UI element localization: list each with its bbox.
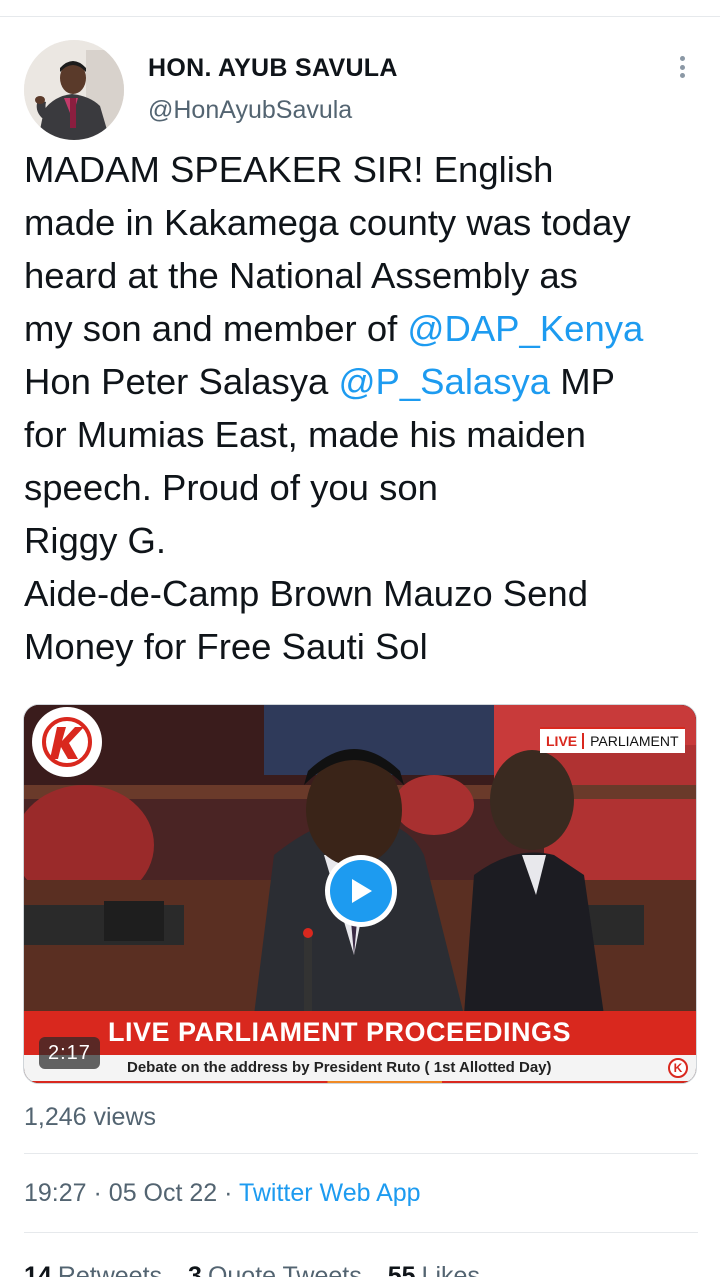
more-options-icon[interactable] bbox=[672, 52, 692, 82]
live-parliament-tag: LIVE PARLIAMENT bbox=[540, 727, 685, 753]
top-divider bbox=[0, 16, 720, 17]
tweet-line: MADAM SPEAKER SIR! English bbox=[24, 149, 554, 190]
play-button[interactable] bbox=[325, 855, 397, 927]
banner-accent-bar bbox=[24, 1081, 696, 1083]
tweet-line: Money for Free Sauti Sol bbox=[24, 626, 428, 667]
tweet-line: speech. Proud of you son bbox=[24, 467, 438, 508]
small-k-logo-icon: K bbox=[668, 1058, 688, 1078]
likes-label: Likes bbox=[421, 1262, 480, 1277]
dot bbox=[679, 64, 685, 70]
view-count: 1,246 views bbox=[24, 1103, 157, 1131]
quote-tweets-stat[interactable]: 3 Quote Tweets bbox=[188, 1262, 362, 1277]
tweet-text-segment: my son and member of bbox=[24, 308, 408, 349]
mention-dap-kenya[interactable]: @DAP_Kenya bbox=[407, 308, 643, 349]
video-duration-badge: 2:17 bbox=[39, 1037, 100, 1069]
news-lower-third: LIVE PARLIAMENT PROCEEDINGS Debate on th… bbox=[24, 1011, 696, 1083]
quotes-count: 3 bbox=[188, 1262, 202, 1277]
tweet-text-segment: MP bbox=[550, 361, 615, 402]
dot bbox=[679, 73, 685, 78]
tag-separator bbox=[582, 733, 585, 749]
k24-logo-icon bbox=[32, 707, 102, 777]
retweets-count: 14 bbox=[24, 1262, 52, 1277]
tweet-timestamp: 19:27 · 05 Oct 22 · Twitter Web App bbox=[24, 1179, 421, 1208]
tweet-line: Hon Peter Salasya @P_Salasya MP bbox=[24, 355, 714, 408]
tweet-line: for Mumias East, made his maiden bbox=[24, 414, 586, 455]
separator: · bbox=[93, 1179, 102, 1207]
retweets-label: Retweets bbox=[57, 1262, 163, 1277]
tweet-line: heard at the National Assembly as bbox=[24, 255, 578, 296]
divider bbox=[24, 1232, 698, 1233]
video-player[interactable]: LIVE PARLIAMENT LIVE PARLIAMENT PROCEEDI… bbox=[23, 704, 697, 1084]
tweet-line: Aide-de-Camp Brown Mauzo Send bbox=[24, 573, 589, 614]
k-logo-glyph bbox=[42, 717, 92, 767]
retweets-stat[interactable]: 14 Retweets bbox=[24, 1262, 162, 1277]
banner-subtitle: Debate on the address by President Ruto … bbox=[127, 1059, 552, 1076]
tweet-line: my son and member of @DAP_Kenya bbox=[24, 302, 714, 355]
tweet-text: MADAM SPEAKER SIR! English made in Kakam… bbox=[24, 143, 714, 673]
tweet-date[interactable]: 05 Oct 22 bbox=[109, 1179, 217, 1207]
tweet-line: made in Kakamega county was today bbox=[24, 202, 631, 243]
avatar-photo bbox=[24, 40, 124, 140]
dot bbox=[679, 56, 685, 61]
author-handle[interactable]: @HonAyubSavula bbox=[148, 96, 352, 125]
banner-title: LIVE PARLIAMENT PROCEEDINGS bbox=[108, 1017, 572, 1047]
likes-count: 55 bbox=[387, 1262, 416, 1277]
live-label: LIVE bbox=[546, 733, 578, 749]
likes-stat[interactable]: 55 Likes bbox=[388, 1262, 480, 1277]
play-triangle bbox=[352, 879, 372, 903]
separator: · bbox=[224, 1179, 233, 1207]
mention-p-salasya[interactable]: @P_Salasya bbox=[338, 361, 550, 402]
divider bbox=[24, 1153, 698, 1154]
play-icon bbox=[330, 860, 392, 922]
tweet-line: Riggy G. bbox=[24, 520, 166, 561]
tweet-source-link[interactable]: Twitter Web App bbox=[239, 1179, 421, 1207]
channel-label: PARLIAMENT bbox=[590, 733, 679, 749]
tweet-time[interactable]: 19:27 bbox=[24, 1179, 87, 1207]
tweet-text-segment: Hon Peter Salasya bbox=[24, 361, 339, 402]
author-name[interactable]: HON. AYUB SAVULA bbox=[148, 54, 398, 83]
engagement-stats: 14 Retweets 3 Quote Tweets 55 Likes bbox=[24, 1262, 480, 1277]
quotes-label: Quote Tweets bbox=[207, 1262, 362, 1277]
avatar[interactable] bbox=[24, 40, 124, 140]
